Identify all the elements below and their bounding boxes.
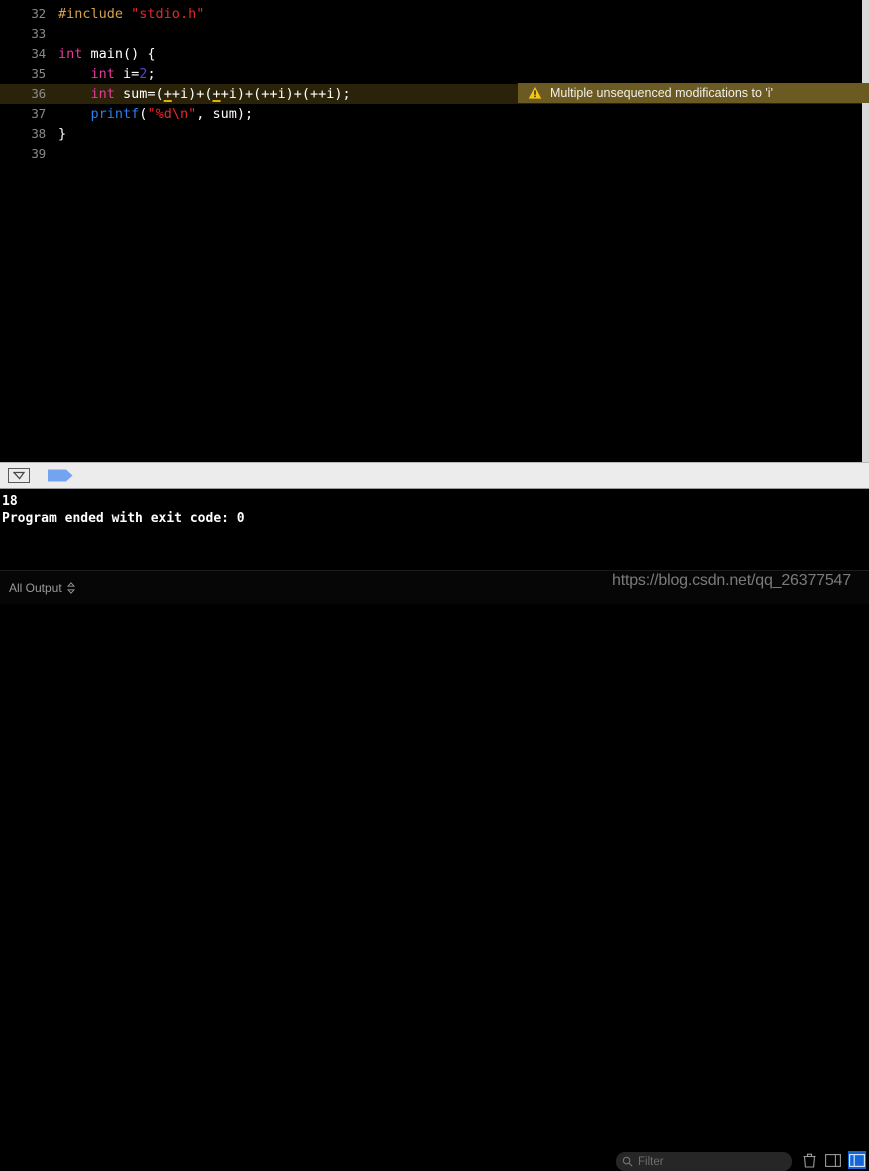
code-line-38[interactable]: 38} bbox=[0, 124, 869, 144]
console-line: Program ended with exit code: 0 bbox=[2, 511, 245, 526]
line-number-32[interactable]: 32 bbox=[0, 4, 46, 24]
token: + bbox=[163, 86, 172, 102]
inline-warning-banner[interactable]: Multiple unsequenced modifications to 'i… bbox=[518, 83, 869, 103]
token: int bbox=[58, 46, 83, 62]
warning-triangle-icon bbox=[528, 87, 542, 99]
code-line-37[interactable]: 37 printf("%d\n", sum); bbox=[0, 104, 869, 124]
line-number-33[interactable]: 33 bbox=[0, 24, 46, 44]
toggle-console-pane-icon[interactable] bbox=[824, 1151, 842, 1169]
token: +i)+(++i)+(++i); bbox=[220, 86, 351, 102]
right-pane-glyph bbox=[849, 1153, 865, 1167]
token: int bbox=[90, 66, 115, 82]
line-number-35[interactable]: 35 bbox=[0, 64, 46, 84]
token: int bbox=[90, 86, 115, 102]
token: , sum); bbox=[196, 106, 254, 122]
console-output-pane[interactable]: 18 Program ended with exit code: 0 bbox=[0, 489, 869, 570]
token: main() { bbox=[82, 46, 156, 62]
token: "%d\n" bbox=[147, 106, 197, 122]
trash-icon[interactable] bbox=[800, 1151, 818, 1169]
code-text: int sum=(++i)+(++i)+(++i)+(++i); bbox=[58, 84, 351, 104]
code-text: int i=2; bbox=[58, 64, 156, 84]
editor-vertical-scrollbar[interactable] bbox=[862, 0, 869, 462]
token: + bbox=[212, 86, 221, 102]
token: #include bbox=[58, 6, 124, 22]
line-number-39[interactable]: 39 bbox=[0, 144, 46, 164]
code-text: #include "stdio.h" bbox=[58, 4, 204, 24]
search-icon bbox=[622, 1156, 633, 1167]
code-line-33[interactable]: 33 bbox=[0, 24, 869, 44]
source-editor[interactable]: 32 #include "stdio.h" 33 34 int main() {35 i… bbox=[0, 0, 869, 462]
breakpoint-flag-icon[interactable] bbox=[48, 469, 73, 482]
console-filter-placeholder: Filter bbox=[638, 1155, 664, 1168]
output-scope-selector[interactable]: All Output bbox=[9, 581, 75, 595]
code-line-35[interactable]: 35 int i=2; bbox=[0, 64, 869, 84]
token: "stdio.h" bbox=[131, 6, 205, 22]
code-text: printf("%d\n", sum); bbox=[58, 104, 254, 124]
warning-message: Multiple unsequenced modifications to 'i… bbox=[550, 86, 773, 100]
code-area[interactable]: 32 #include "stdio.h" 33 34 int main() {35 i… bbox=[0, 0, 869, 164]
token: ; bbox=[147, 66, 156, 82]
left-pane-glyph bbox=[825, 1153, 841, 1167]
code-line-34[interactable]: 34 int main() { bbox=[0, 44, 869, 64]
console-action-icons bbox=[800, 1151, 866, 1169]
toggle-debug-pane-icon[interactable] bbox=[848, 1151, 866, 1169]
chevron-down-boxed-icon bbox=[13, 471, 25, 480]
token: +i)+( bbox=[171, 86, 213, 102]
code-text: } bbox=[58, 124, 66, 144]
chevron-up-down-icon bbox=[66, 582, 75, 594]
code-line-39[interactable]: 39 bbox=[0, 144, 869, 164]
trash-glyph bbox=[803, 1153, 815, 1168]
console-filter-field[interactable]: Filter bbox=[616, 1152, 792, 1171]
token: } bbox=[58, 126, 67, 142]
token: i= bbox=[114, 66, 140, 82]
filter-dropdown-button[interactable] bbox=[8, 468, 30, 483]
token: sum=( bbox=[114, 86, 164, 102]
output-scope-label: All Output bbox=[9, 581, 62, 595]
console-toolbar[interactable] bbox=[0, 462, 869, 489]
xcode-window: 32 #include "stdio.h" 33 34 int main() {35 i… bbox=[0, 0, 869, 1171]
console-line: 18 bbox=[2, 494, 18, 509]
token: printf bbox=[90, 106, 140, 122]
code-line-32[interactable]: 32 #include "stdio.h" bbox=[0, 4, 869, 24]
line-number-34[interactable]: 34 bbox=[0, 44, 46, 64]
line-number-38[interactable]: 38 bbox=[0, 124, 46, 144]
line-number-37[interactable]: 37 bbox=[0, 104, 46, 124]
code-text: int main() { bbox=[58, 44, 156, 64]
console-status-bar: All Output Filter bbox=[0, 570, 869, 1171]
line-number-36[interactable]: 36 bbox=[0, 84, 46, 104]
